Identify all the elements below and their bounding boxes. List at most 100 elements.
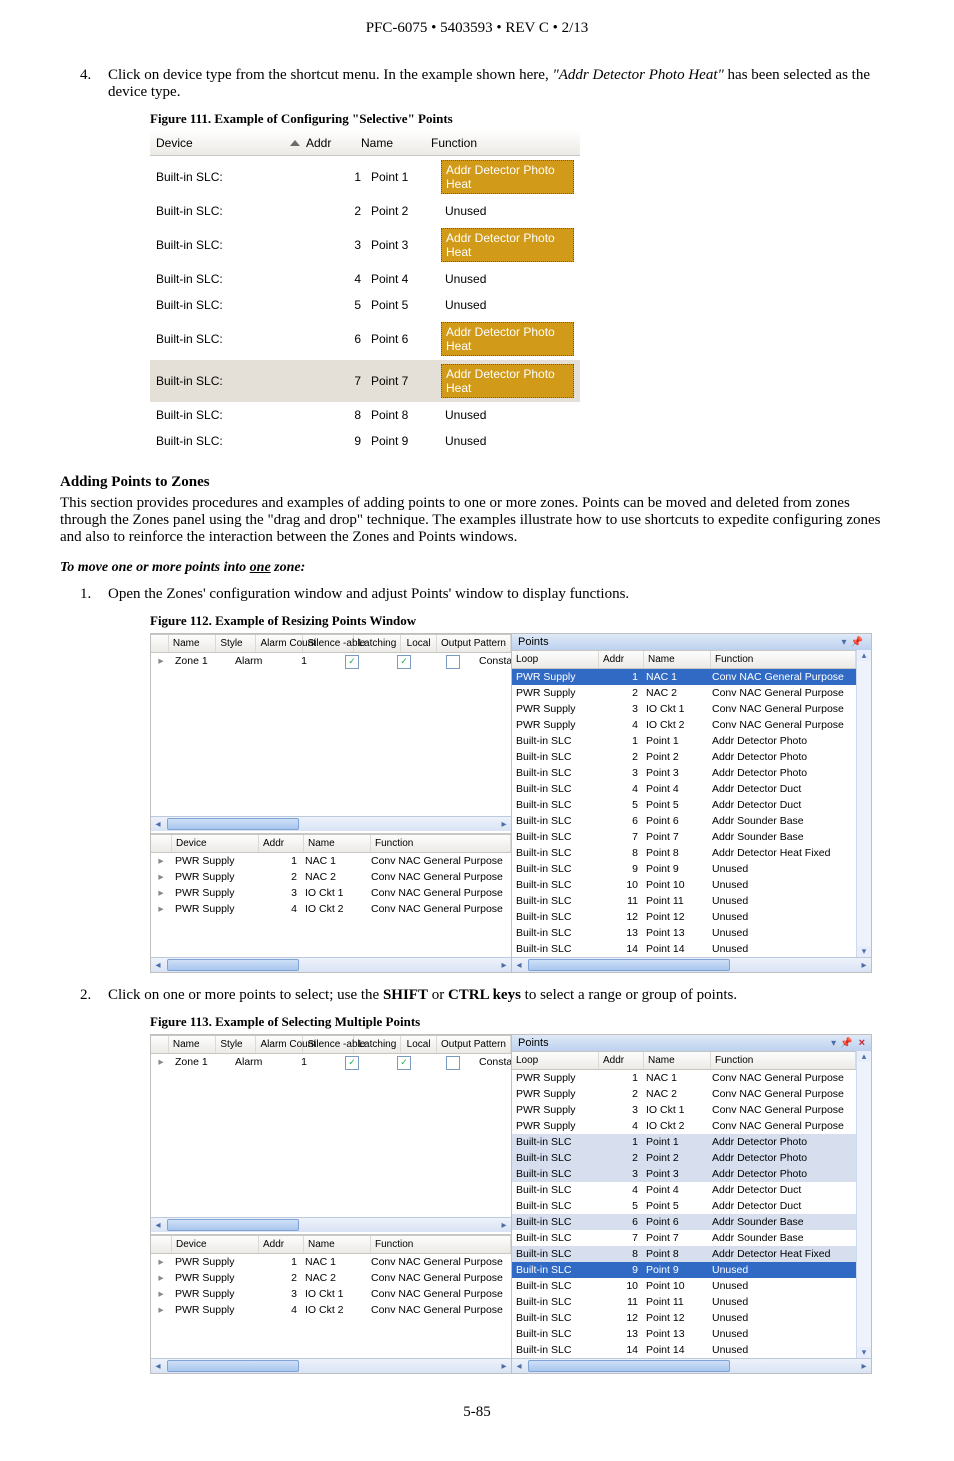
list-item[interactable]: ▸PWR Supply1NAC 1Conv NAC General Purpos… xyxy=(151,853,511,869)
list-item[interactable]: Built-in SLC11Point 11Unused xyxy=(512,893,856,909)
table-row[interactable]: Built-in SLC:2Point 2Unused xyxy=(150,198,580,224)
list-item[interactable]: Built-in SLC2Point 2Addr Detector Photo xyxy=(512,1150,856,1166)
list-item[interactable]: Built-in SLC1Point 1Addr Detector Photo xyxy=(512,733,856,749)
points-col-loop[interactable]: Loop xyxy=(512,651,599,668)
list-item[interactable]: Built-in SLC5Point 5Addr Detector Duct xyxy=(512,797,856,813)
points-col-name-113[interactable]: Name xyxy=(644,1052,711,1069)
col-name[interactable]: Name xyxy=(361,136,431,150)
vscroll-up-icon-113[interactable]: ▴ xyxy=(856,1051,871,1062)
close-icon[interactable]: × xyxy=(859,1037,865,1049)
expander-icon[interactable]: ▸ xyxy=(151,902,171,916)
points-col-addr[interactable]: Addr xyxy=(599,651,644,668)
zones-hscroll-113[interactable]: ◂▸ xyxy=(151,1217,511,1232)
table-row[interactable]: Built-in SLC:4Point 4Unused xyxy=(150,266,580,292)
list-item[interactable]: Built-in SLC7Point 7Addr Sounder Base xyxy=(512,1230,856,1246)
zones-col-op-113[interactable]: Output Pattern xyxy=(437,1036,511,1053)
list-item[interactable]: PWR Supply1NAC 1Conv NAC General Purpose xyxy=(512,669,856,685)
list-item[interactable]: Built-in SLC6Point 6Addr Sounder Base xyxy=(512,1214,856,1230)
points-hscroll[interactable]: ◂▸ xyxy=(512,957,871,972)
list-item[interactable]: Built-in SLC6Point 6Addr Sounder Base xyxy=(512,813,856,829)
list-item[interactable]: PWR Supply4IO Ckt 2Conv NAC General Purp… xyxy=(512,717,856,733)
expander-icon[interactable]: ▸ xyxy=(151,870,171,884)
expander-icon[interactable]: ▸ xyxy=(151,654,171,673)
points-col-addr-113[interactable]: Addr xyxy=(599,1052,644,1069)
list-item[interactable]: Built-in SLC12Point 12Unused xyxy=(512,1310,856,1326)
zone-silenceable[interactable]: ✓ xyxy=(327,654,377,673)
vscroll-down-icon[interactable]: ▾ xyxy=(856,946,871,957)
table-row[interactable]: Built-in SLC:3Point 3Addr Detector Photo… xyxy=(150,224,580,266)
list-item[interactable]: Built-in SLC8Point 8Addr Detector Heat F… xyxy=(512,1246,856,1262)
points-col-loop-113[interactable]: Loop xyxy=(512,1052,599,1069)
mini-col-func-113[interactable]: Function xyxy=(371,1236,511,1253)
zones-hscroll[interactable]: ◂▸ xyxy=(151,816,511,831)
list-item[interactable]: PWR Supply3IO Ckt 1Conv NAC General Purp… xyxy=(512,701,856,717)
zones-col-latching[interactable]: Latching xyxy=(354,635,401,652)
zones-col-lat-113[interactable]: Latching xyxy=(354,1036,401,1053)
list-item[interactable]: Built-in SLC7Point 7Addr Sounder Base xyxy=(512,829,856,845)
list-item[interactable]: Built-in SLC10Point 10Unused xyxy=(512,1278,856,1294)
dropdown-icon[interactable]: ▾ xyxy=(842,637,847,648)
zones-col-alarm-count[interactable]: Alarm Count xyxy=(256,635,303,652)
zones-col-style-113[interactable]: Style xyxy=(216,1036,256,1053)
vscroll-up-icon[interactable]: ▴ xyxy=(856,650,871,661)
list-item[interactable]: Built-in SLC13Point 13Unused xyxy=(512,1326,856,1342)
list-item[interactable]: Built-in SLC5Point 5Addr Detector Duct xyxy=(512,1198,856,1214)
mini-col-func[interactable]: Function xyxy=(371,835,511,852)
vscroll-down-icon-113[interactable]: ▾ xyxy=(856,1347,871,1358)
zones-col-name-113[interactable]: Name xyxy=(169,1036,217,1053)
expander-icon[interactable]: ▸ xyxy=(151,854,171,868)
list-item[interactable]: ▸PWR Supply1NAC 1Conv NAC General Purpos… xyxy=(151,1254,511,1270)
pin-icon-113[interactable]: 📌 xyxy=(840,1038,852,1049)
mini-hscroll[interactable]: ◂▸ xyxy=(151,957,511,972)
list-item[interactable]: ▸PWR Supply3IO Ckt 1Conv NAC General Pur… xyxy=(151,1286,511,1302)
zones-row[interactable]: ▸ Zone 1 Alarm 1 ✓ ✓ Constant xyxy=(151,653,511,674)
list-item[interactable]: Built-in SLC3Point 3Addr Detector Photo xyxy=(512,1166,856,1182)
list-item[interactable]: ▸PWR Supply2NAC 2Conv NAC General Purpos… xyxy=(151,869,511,885)
list-item[interactable]: ▸PWR Supply4IO Ckt 2Conv NAC General Pur… xyxy=(151,1302,511,1318)
zones-row-113[interactable]: ▸ Zone 1 Alarm 1 ✓ ✓ Constant xyxy=(151,1054,511,1075)
list-item[interactable]: Built-in SLC4Point 4Addr Detector Duct xyxy=(512,781,856,797)
list-item[interactable]: Built-in SLC12Point 12Unused xyxy=(512,909,856,925)
zone-latching[interactable]: ✓ xyxy=(377,654,431,673)
list-item[interactable]: PWR Supply2NAC 2Conv NAC General Purpose xyxy=(512,1086,856,1102)
list-item[interactable]: Built-in SLC14Point 14Unused xyxy=(512,941,856,957)
zones-col-sil-113[interactable]: Silence -able xyxy=(303,1036,354,1053)
zones-col-style[interactable]: Style xyxy=(216,635,256,652)
expander-icon[interactable]: ▸ xyxy=(151,1271,171,1285)
list-item[interactable]: Built-in SLC11Point 11Unused xyxy=(512,1294,856,1310)
list-item[interactable]: Built-in SLC3Point 3Addr Detector Photo xyxy=(512,765,856,781)
list-item[interactable]: Built-in SLC1Point 1Addr Detector Photo xyxy=(512,1134,856,1150)
list-item[interactable]: ▸PWR Supply2NAC 2Conv NAC General Purpos… xyxy=(151,1270,511,1286)
zones-col-name[interactable]: Name xyxy=(169,635,217,652)
list-item[interactable]: Built-in SLC9Point 9Unused xyxy=(512,861,856,877)
expander-icon[interactable]: ▸ xyxy=(151,1303,171,1317)
col-device[interactable]: Device xyxy=(156,136,306,150)
zone-local[interactable] xyxy=(431,654,475,673)
list-item[interactable]: Built-in SLC9Point 9Unused xyxy=(512,1262,856,1278)
list-item[interactable]: Built-in SLC10Point 10Unused xyxy=(512,877,856,893)
points-col-func-113[interactable]: Function xyxy=(711,1052,856,1069)
table-row[interactable]: Built-in SLC:1Point 1Addr Detector Photo… xyxy=(150,156,580,198)
list-item[interactable]: Built-in SLC14Point 14Unused xyxy=(512,1342,856,1358)
list-item[interactable]: Built-in SLC4Point 4Addr Detector Duct xyxy=(512,1182,856,1198)
dropdown-icon-113[interactable]: ▾ xyxy=(831,1038,836,1049)
mini-hscroll-113[interactable]: ◂▸ xyxy=(151,1358,511,1373)
mini-col-addr-113[interactable]: Addr xyxy=(259,1236,304,1253)
mini-col-device-113[interactable]: Device xyxy=(172,1236,259,1253)
list-item[interactable]: ▸PWR Supply4IO Ckt 2Conv NAC General Pur… xyxy=(151,901,511,917)
list-item[interactable]: PWR Supply1NAC 1Conv NAC General Purpose xyxy=(512,1070,856,1086)
table-row[interactable]: Built-in SLC:7Point 7Addr Detector Photo… xyxy=(150,360,580,402)
list-item[interactable]: PWR Supply4IO Ckt 2Conv NAC General Purp… xyxy=(512,1118,856,1134)
zone-sil-113[interactable]: ✓ xyxy=(327,1055,377,1074)
list-item[interactable]: PWR Supply2NAC 2Conv NAC General Purpose xyxy=(512,685,856,701)
zone-lat-113[interactable]: ✓ xyxy=(377,1055,431,1074)
mini-col-name-113[interactable]: Name xyxy=(304,1236,371,1253)
points-col-func[interactable]: Function xyxy=(711,651,856,668)
list-item[interactable]: Built-in SLC13Point 13Unused xyxy=(512,925,856,941)
list-item[interactable]: Built-in SLC2Point 2Addr Detector Photo xyxy=(512,749,856,765)
zones-col-alarm-113[interactable]: Alarm Count xyxy=(256,1036,303,1053)
pin-icon[interactable]: 📌 xyxy=(851,637,863,648)
expander-icon[interactable]: ▸ xyxy=(151,1255,171,1269)
zones-col-loc-113[interactable]: Local xyxy=(401,1036,437,1053)
col-function[interactable]: Function xyxy=(431,136,574,150)
